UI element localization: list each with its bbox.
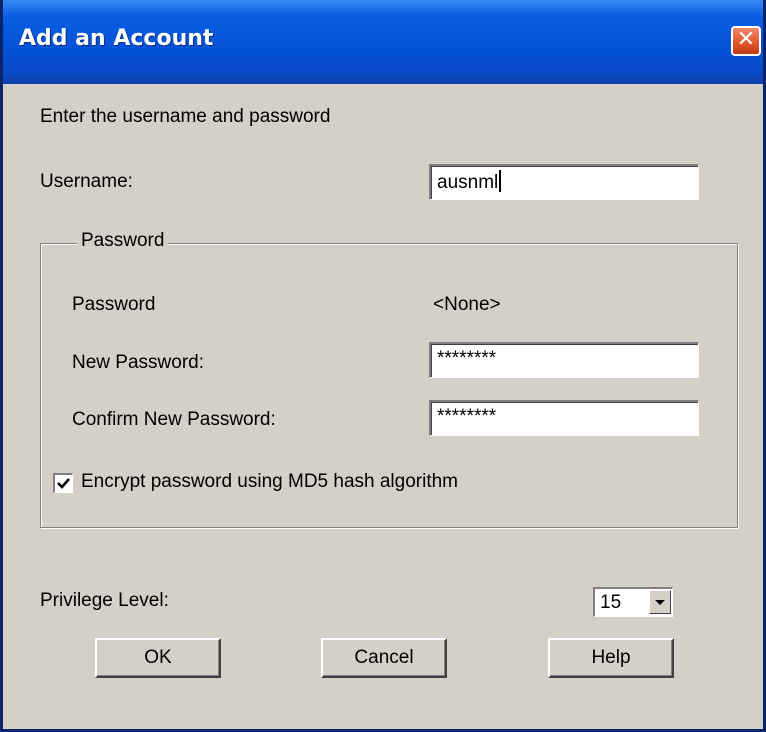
close-button[interactable]: ✕ xyxy=(731,26,761,56)
current-password-value: <None> xyxy=(433,294,501,315)
help-button[interactable]: Help xyxy=(548,638,674,678)
title-bar[interactable]: Add an Account ✕ xyxy=(3,0,763,84)
checkmark-icon xyxy=(57,478,70,489)
confirm-password-label: Confirm New Password: xyxy=(72,409,276,430)
cancel-button[interactable]: Cancel xyxy=(321,638,447,678)
new-password-input[interactable]: ******** xyxy=(429,342,699,378)
intro-text: Enter the username and password xyxy=(40,106,331,127)
confirm-password-value: ******** xyxy=(437,406,497,427)
text-caret xyxy=(499,170,502,192)
dropdown-arrow-button[interactable] xyxy=(649,590,671,614)
chevron-down-icon xyxy=(655,600,665,605)
password-group-legend: Password xyxy=(77,230,169,252)
add-account-dialog: Add an Account ✕ Enter the username and … xyxy=(0,0,766,732)
dialog-title: Add an Account xyxy=(19,26,214,51)
privilege-level-value: 15 xyxy=(600,592,622,613)
privilege-level-select[interactable]: 15 xyxy=(593,587,673,617)
ok-button[interactable]: OK xyxy=(95,638,221,678)
dialog-body: Enter the username and password Username… xyxy=(3,84,763,729)
confirm-password-input[interactable]: ******** xyxy=(429,400,699,436)
new-password-value: ******** xyxy=(437,348,497,369)
username-value: ausnml xyxy=(437,172,499,193)
encrypt-md5-label[interactable]: Encrypt password using MD5 hash algorith… xyxy=(81,471,458,493)
privilege-level-label: Privilege Level: xyxy=(40,590,169,611)
encrypt-md5-checkbox[interactable] xyxy=(53,473,73,493)
username-input[interactable]: ausnml xyxy=(429,164,699,200)
new-password-label: New Password: xyxy=(72,352,204,373)
close-icon: ✕ xyxy=(736,27,756,52)
current-password-label: Password xyxy=(72,294,156,315)
username-label: Username: xyxy=(40,171,133,192)
